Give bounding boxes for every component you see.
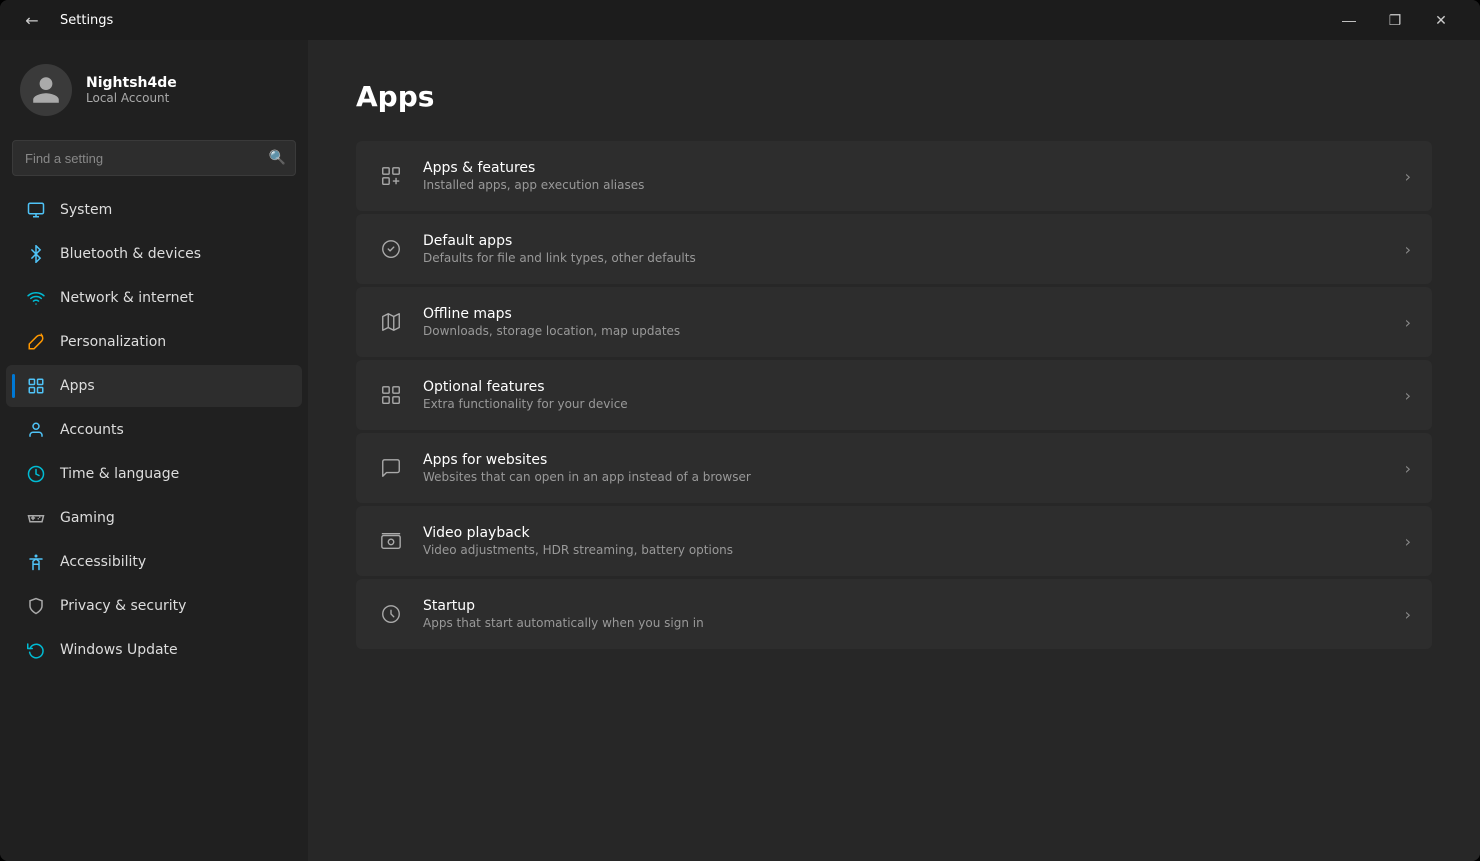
apps-features-title: Apps & features xyxy=(423,160,1387,176)
settings-item-default-apps[interactable]: Default apps Defaults for file and link … xyxy=(356,214,1432,284)
default-apps-title: Default apps xyxy=(423,233,1387,249)
user-info: Nightsh4de Local Account xyxy=(86,75,177,105)
sidebar-item-gaming[interactable]: Gaming xyxy=(6,497,302,539)
sidebar-label-bluetooth: Bluetooth & devices xyxy=(60,246,201,262)
default-apps-icon xyxy=(377,235,405,263)
offline-maps-desc: Downloads, storage location, map updates xyxy=(423,324,1387,338)
user-avatar-icon xyxy=(30,74,62,106)
time-icon xyxy=(26,464,46,484)
settings-item-apps-websites[interactable]: Apps for websites Websites that can open… xyxy=(356,433,1432,503)
sidebar-label-personalization: Personalization xyxy=(60,334,166,350)
user-account-type: Local Account xyxy=(86,91,177,105)
settings-item-video-playback[interactable]: Video playback Video adjustments, HDR st… xyxy=(356,506,1432,576)
sidebar-item-bluetooth[interactable]: Bluetooth & devices xyxy=(6,233,302,275)
sidebar-label-privacy: Privacy & security xyxy=(60,598,186,614)
sidebar-item-privacy[interactable]: Privacy & security xyxy=(6,585,302,627)
apps-websites-text: Apps for websites Websites that can open… xyxy=(423,452,1387,484)
gaming-icon xyxy=(26,508,46,528)
startup-icon xyxy=(377,600,405,628)
apps-features-desc: Installed apps, app execution aliases xyxy=(423,178,1387,192)
sidebar: Nightsh4de Local Account 🔍 System xyxy=(0,40,308,861)
offline-maps-text: Offline maps Downloads, storage location… xyxy=(423,306,1387,338)
avatar xyxy=(20,64,72,116)
video-playback-icon xyxy=(377,527,405,555)
sidebar-item-accessibility[interactable]: Accessibility xyxy=(6,541,302,583)
sidebar-item-system[interactable]: System xyxy=(6,189,302,231)
default-apps-arrow: › xyxy=(1405,240,1411,259)
video-playback-desc: Video adjustments, HDR streaming, batter… xyxy=(423,543,1387,557)
user-name: Nightsh4de xyxy=(86,75,177,91)
offline-maps-arrow: › xyxy=(1405,313,1411,332)
apps-features-text: Apps & features Installed apps, app exec… xyxy=(423,160,1387,192)
sidebar-item-time[interactable]: Time & language xyxy=(6,453,302,495)
video-playback-text: Video playback Video adjustments, HDR st… xyxy=(423,525,1387,557)
accounts-icon xyxy=(26,420,46,440)
page-title: Apps xyxy=(356,80,1432,113)
maximize-button[interactable]: ❐ xyxy=(1372,0,1418,40)
offline-maps-title: Offline maps xyxy=(423,306,1387,322)
settings-list: Apps & features Installed apps, app exec… xyxy=(356,141,1432,649)
video-playback-title: Video playback xyxy=(423,525,1387,541)
brush-icon xyxy=(26,332,46,352)
default-apps-desc: Defaults for file and link types, other … xyxy=(423,251,1387,265)
update-icon xyxy=(26,640,46,660)
optional-features-icon xyxy=(377,381,405,409)
settings-item-offline-maps[interactable]: Offline maps Downloads, storage location… xyxy=(356,287,1432,357)
sidebar-label-system: System xyxy=(60,202,112,218)
content-area: Nightsh4de Local Account 🔍 System xyxy=(0,40,1480,861)
search-box: 🔍 xyxy=(12,140,296,176)
titlebar-title: Settings xyxy=(60,13,113,28)
settings-item-startup[interactable]: Startup Apps that start automatically wh… xyxy=(356,579,1432,649)
accessibility-icon xyxy=(26,552,46,572)
sidebar-item-update[interactable]: Windows Update xyxy=(6,629,302,671)
sidebar-label-network: Network & internet xyxy=(60,290,194,306)
sidebar-label-time: Time & language xyxy=(60,466,179,482)
apps-features-arrow: › xyxy=(1405,167,1411,186)
back-button[interactable]: ← xyxy=(16,4,48,36)
apps-websites-title: Apps for websites xyxy=(423,452,1387,468)
titlebar-left: ← Settings xyxy=(16,4,113,36)
video-playback-arrow: › xyxy=(1405,532,1411,551)
default-apps-text: Default apps Defaults for file and link … xyxy=(423,233,1387,265)
optional-features-text: Optional features Extra functionality fo… xyxy=(423,379,1387,411)
sidebar-item-apps[interactable]: Apps xyxy=(6,365,302,407)
sidebar-label-update: Windows Update xyxy=(60,642,178,658)
window-controls: — ❐ ✕ xyxy=(1326,0,1464,40)
startup-title: Startup xyxy=(423,598,1387,614)
apps-icon xyxy=(26,376,46,396)
user-section[interactable]: Nightsh4de Local Account xyxy=(0,40,308,136)
settings-window: ← Settings — ❐ ✕ Nightsh4de Local Accoun… xyxy=(0,0,1480,861)
settings-item-apps-features[interactable]: Apps & features Installed apps, app exec… xyxy=(356,141,1432,211)
main-content: Apps Apps & features xyxy=(308,40,1480,861)
titlebar: ← Settings — ❐ ✕ xyxy=(0,0,1480,40)
optional-features-title: Optional features xyxy=(423,379,1387,395)
optional-features-desc: Extra functionality for your device xyxy=(423,397,1387,411)
sidebar-label-accounts: Accounts xyxy=(60,422,124,438)
optional-features-arrow: › xyxy=(1405,386,1411,405)
sidebar-label-apps: Apps xyxy=(60,378,95,394)
search-icon: 🔍 xyxy=(269,150,286,166)
startup-text: Startup Apps that start automatically wh… xyxy=(423,598,1387,630)
bluetooth-icon xyxy=(26,244,46,264)
search-input[interactable] xyxy=(12,140,296,176)
apps-features-icon xyxy=(377,162,405,190)
sidebar-item-personalization[interactable]: Personalization xyxy=(6,321,302,363)
apps-websites-arrow: › xyxy=(1405,459,1411,478)
network-icon xyxy=(26,288,46,308)
sidebar-item-accounts[interactable]: Accounts xyxy=(6,409,302,451)
sidebar-label-accessibility: Accessibility xyxy=(60,554,146,570)
minimize-button[interactable]: — xyxy=(1326,0,1372,40)
system-icon xyxy=(26,200,46,220)
sidebar-item-network[interactable]: Network & internet xyxy=(6,277,302,319)
offline-maps-icon xyxy=(377,308,405,336)
sidebar-label-gaming: Gaming xyxy=(60,510,115,526)
apps-websites-icon xyxy=(377,454,405,482)
apps-websites-desc: Websites that can open in an app instead… xyxy=(423,470,1387,484)
startup-desc: Apps that start automatically when you s… xyxy=(423,616,1387,630)
settings-item-optional-features[interactable]: Optional features Extra functionality fo… xyxy=(356,360,1432,430)
close-button[interactable]: ✕ xyxy=(1418,0,1464,40)
privacy-icon xyxy=(26,596,46,616)
startup-arrow: › xyxy=(1405,605,1411,624)
